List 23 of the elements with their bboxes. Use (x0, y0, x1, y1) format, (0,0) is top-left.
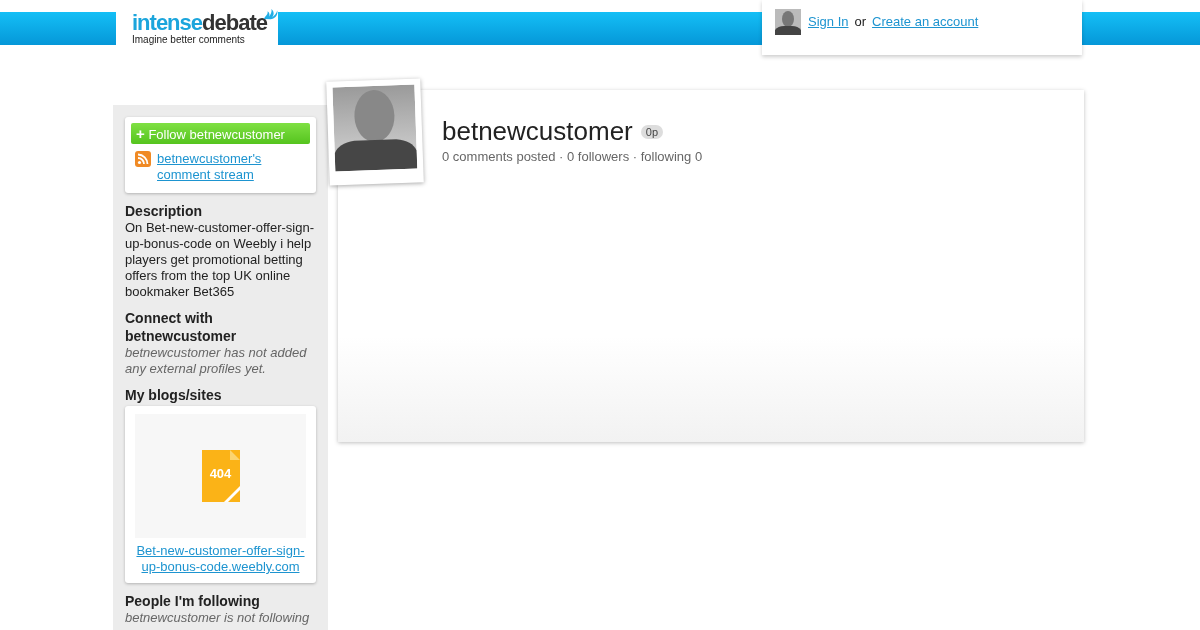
follow-button[interactable]: + Follow betnewcustomer (131, 123, 310, 144)
profile-stats: 0 comments posted · 0 followers · following 0 (442, 149, 704, 164)
section-title: Connect with betnewcustomer (125, 309, 238, 345)
section-title: People I'm following (125, 592, 261, 610)
sign-in-link[interactable]: Sign In (808, 14, 849, 29)
or-text: or (854, 14, 867, 29)
rss-icon (135, 151, 151, 167)
description-text: On Bet-new-customer-offer-sign-up-bonus-code on Weebly i help players get promotional betting offers from the top UK online bookmaker Bet365 (125, 220, 316, 300)
note-text: betnewcustomer is not following (125, 610, 311, 626)
logo-text[interactable]: debate (202, 12, 267, 34)
tagline: Imagine better comments (132, 34, 246, 45)
avatar-icon (775, 8, 801, 35)
site-thumbnail[interactable]: 404 (135, 414, 306, 538)
site-link[interactable]: Bet-new-customer-offer-sign-up-bonus-code.weebly.com (135, 543, 306, 575)
username: betnewcustomer (442, 116, 633, 147)
comment-stream-link[interactable]: betnewcustomer's comment stream (157, 151, 310, 183)
not-found-icon: 404 (201, 450, 240, 502)
logo-text[interactable]: intense (132, 12, 203, 34)
section-title: My blogs/sites (125, 386, 223, 404)
create-account-link[interactable]: Create an account (872, 14, 979, 29)
points-badge: 0p (640, 124, 663, 139)
note-text: betnewcustomer has not added any external profiles yet. (125, 345, 308, 377)
section-title: Description (125, 202, 203, 220)
